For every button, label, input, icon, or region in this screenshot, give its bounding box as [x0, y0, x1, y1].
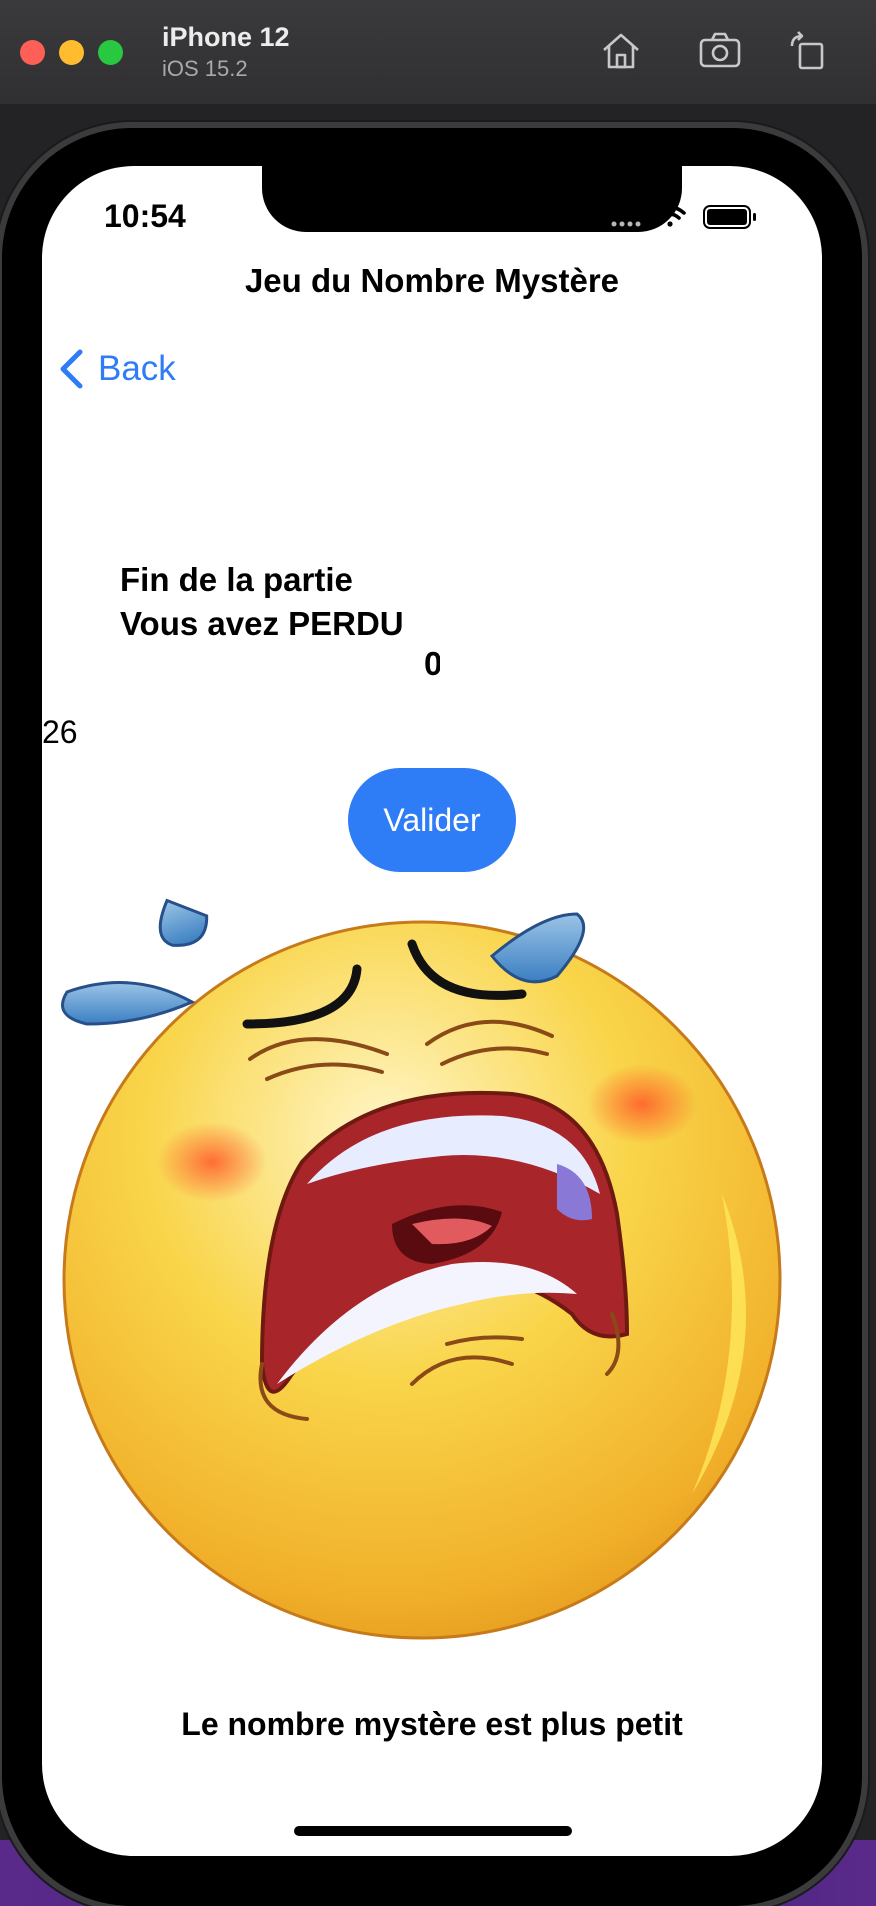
crying-emoji-image	[61, 898, 782, 1640]
phone-screen: 10:54 Jeu du Nombre Mystère Back Fin de …	[42, 166, 822, 1856]
simulator-title-bar: iPhone 12 iOS 15.2	[0, 0, 876, 105]
zoom-window-button[interactable]	[98, 40, 123, 65]
screenshot-icon[interactable]	[697, 28, 743, 74]
status-icons	[611, 205, 756, 229]
wifi-icon	[654, 205, 686, 227]
hint-message: Le nombre mystère est plus petit	[181, 1706, 683, 1742]
game-over-message: Fin de la partie Vous avez PERDU	[120, 558, 404, 646]
simulator-os-version: iOS 15.2	[162, 56, 248, 81]
home-icon[interactable]	[598, 28, 644, 74]
status-time: 10:54	[104, 198, 186, 234]
minimize-window-button[interactable]	[59, 40, 84, 65]
back-label: Back	[98, 349, 176, 388]
battery-icon	[703, 205, 756, 229]
home-indicator[interactable]	[294, 1826, 572, 1836]
back-button[interactable]: Back	[58, 346, 176, 392]
simulator-device-name: iPhone 12	[162, 22, 290, 52]
number-input[interactable]: 26	[42, 714, 78, 751]
truncated-label: 0	[424, 645, 440, 682]
cellular-icon	[611, 221, 641, 227]
close-window-button[interactable]	[20, 40, 45, 65]
rotate-icon[interactable]	[786, 28, 832, 74]
valider-button[interactable]: Valider	[348, 768, 516, 872]
nav-title: Jeu du Nombre Mystère	[244, 262, 620, 299]
game-over-line: Fin de la partie	[120, 561, 353, 598]
result-line: Vous avez PERDU	[120, 605, 404, 642]
chevron-left-icon	[60, 349, 83, 389]
